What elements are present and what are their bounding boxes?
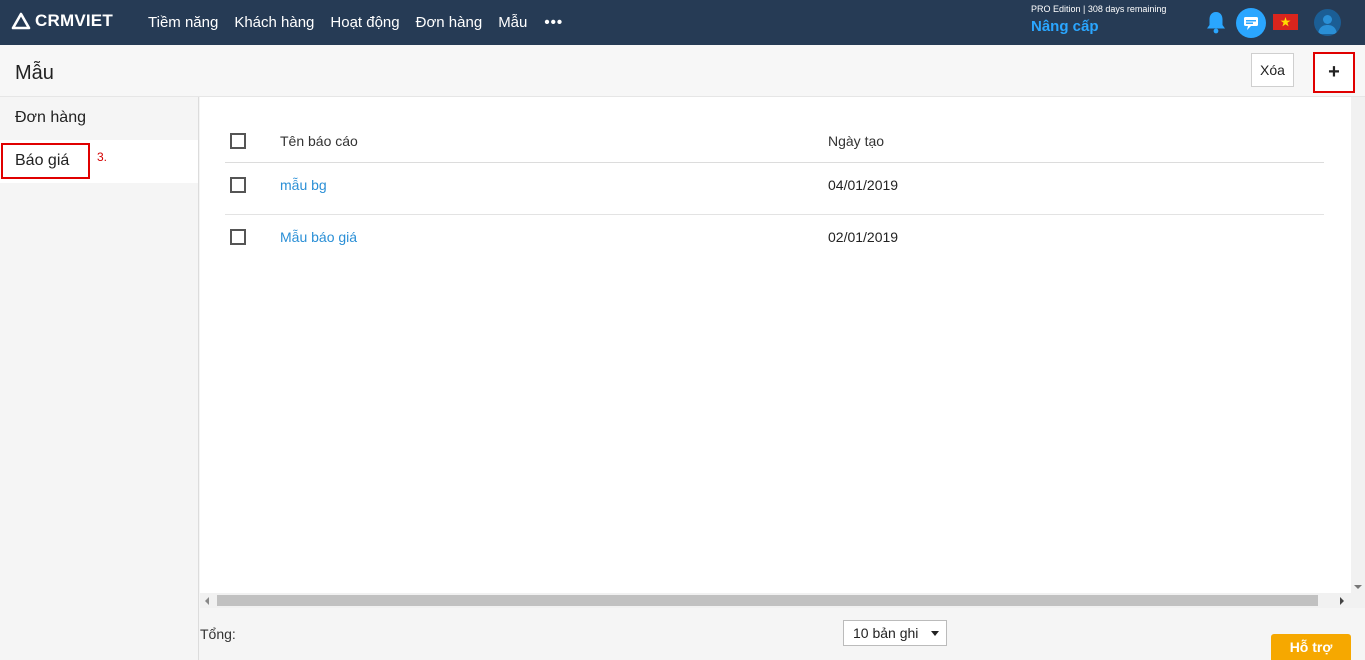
scroll-down-arrow-icon[interactable] xyxy=(1354,585,1362,589)
template-name-link[interactable]: mẫu bg xyxy=(280,177,327,193)
table-row: mẫu bg 04/01/2019 xyxy=(225,163,1324,215)
nav-item-customers[interactable]: Khách hàng xyxy=(226,14,322,31)
page-title: Mẫu xyxy=(15,62,54,84)
horizontal-scrollbar[interactable] xyxy=(200,593,1351,608)
nav-item-templates[interactable]: Mẫu xyxy=(490,14,535,31)
column-header-name: Tên báo cáo xyxy=(280,133,358,149)
chat-icon[interactable] xyxy=(1236,8,1266,38)
scroll-right-arrow-icon[interactable] xyxy=(1340,597,1344,605)
nav-more-icon[interactable]: ••• xyxy=(535,14,572,31)
chat-bubble-icon xyxy=(1244,17,1258,30)
logo-mark-icon xyxy=(11,12,31,30)
table-row: Mẫu báo giá 02/01/2019 xyxy=(225,215,1324,267)
created-date: 04/01/2019 xyxy=(828,177,899,193)
caret-down-icon xyxy=(931,631,939,636)
crmviet-logo[interactable]: CRMVIET xyxy=(11,10,113,32)
nav-item-orders[interactable]: Đơn hàng xyxy=(408,14,491,31)
template-name-link[interactable]: Mẫu báo giá xyxy=(280,229,357,245)
page-size-value: 10 bản ghi xyxy=(853,625,919,641)
logo-text: CRMVIET xyxy=(35,11,113,30)
page-size-select[interactable]: 10 bản ghi xyxy=(843,620,947,646)
edition-info: PRO Edition | 308 days remaining xyxy=(1031,4,1167,14)
table-header-row: Tên báo cáo Ngày tạo xyxy=(225,119,1324,163)
scrollbar-corner xyxy=(1351,593,1365,608)
user-avatar-icon[interactable] xyxy=(1314,9,1341,36)
sidebar: Đơn hàng Báo giá 3. xyxy=(0,97,199,660)
add-template-button[interactable]: + xyxy=(1313,52,1355,93)
bell-icon[interactable] xyxy=(1205,10,1227,34)
support-button[interactable]: Hỗ trợ xyxy=(1271,634,1351,660)
scroll-left-arrow-icon[interactable] xyxy=(205,597,209,605)
vertical-scrollbar[interactable] xyxy=(1351,97,1365,593)
sidebar-item-label: Đơn hàng xyxy=(15,109,86,126)
person-icon xyxy=(1318,15,1337,34)
page-header: Mẫu Xóa + xyxy=(0,45,1365,97)
nav-item-activities[interactable]: Hoạt động xyxy=(322,14,407,31)
table-footer: Tổng: 10 bản ghi Hỗ trợ xyxy=(200,608,1365,660)
horizontal-scrollbar-thumb[interactable] xyxy=(217,595,1318,606)
row-checkbox[interactable] xyxy=(230,229,246,245)
row-checkbox[interactable] xyxy=(230,177,246,193)
nav-item-leads[interactable]: Tiềm năng xyxy=(140,14,226,31)
total-label: Tổng: xyxy=(200,626,236,642)
top-navigation-bar: CRMVIET Tiềm năng Khách hàng Hoạt động Đ… xyxy=(0,0,1365,45)
templates-table: Tên báo cáo Ngày tạo mẫu bg 04/01/2019 M… xyxy=(225,119,1324,267)
column-header-date: Ngày tạo xyxy=(828,133,885,149)
main-content: Tên báo cáo Ngày tạo mẫu bg 04/01/2019 M… xyxy=(200,97,1351,593)
vietnam-flag-icon[interactable] xyxy=(1273,14,1298,30)
upgrade-link[interactable]: Nâng cấp xyxy=(1031,18,1099,35)
sidebar-item-label: Báo giá xyxy=(15,152,70,169)
created-date: 02/01/2019 xyxy=(828,229,899,245)
flag-star-icon xyxy=(1280,17,1291,27)
main-nav: Tiềm năng Khách hàng Hoạt động Đơn hàng … xyxy=(140,0,572,45)
annotation-marker-3: 3. xyxy=(97,150,108,164)
sidebar-item-orders[interactable]: Đơn hàng xyxy=(0,97,198,140)
delete-button[interactable]: Xóa xyxy=(1251,53,1294,87)
select-all-checkbox[interactable] xyxy=(230,133,246,149)
